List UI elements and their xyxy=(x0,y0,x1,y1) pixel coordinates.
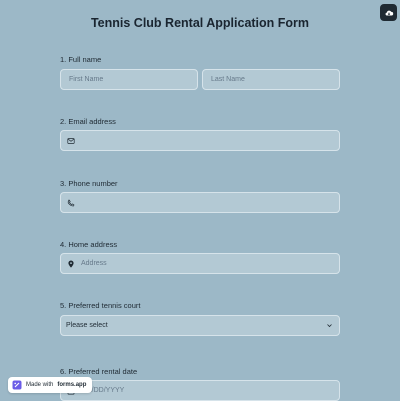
location-pin-icon xyxy=(67,260,75,268)
home-address-label: 4. Home address xyxy=(60,240,118,249)
rental-date-input[interactable]: MM/DD/YYYY xyxy=(60,380,340,401)
badge-prefix: Made with xyxy=(26,382,54,388)
phone-label: 3. Phone number xyxy=(60,179,118,188)
last-name-placeholder: Last Name xyxy=(211,76,245,83)
mail-icon xyxy=(67,137,75,145)
forms-app-logo-icon xyxy=(12,380,22,390)
last-name-input[interactable]: Last Name xyxy=(202,69,340,90)
chevron-down-icon xyxy=(326,322,333,329)
save-progress-button[interactable] xyxy=(380,4,397,21)
address-input[interactable]: Address xyxy=(60,253,340,274)
form-title: Tennis Club Rental Application Form xyxy=(90,16,310,30)
court-select[interactable]: Please select xyxy=(60,315,340,336)
address-placeholder: Address xyxy=(81,260,107,267)
cloud-save-icon xyxy=(384,8,394,18)
first-name-input[interactable]: First Name xyxy=(60,69,198,90)
court-select-value: Please select xyxy=(66,322,108,329)
full-name-label: 1. Full name xyxy=(60,55,102,64)
made-with-forms-app-badge[interactable]: Made with forms.app xyxy=(8,377,93,393)
badge-brand: forms.app xyxy=(57,382,87,388)
phone-icon xyxy=(67,198,75,207)
email-input[interactable] xyxy=(60,130,340,151)
phone-input[interactable] xyxy=(60,192,340,213)
first-name-placeholder: First Name xyxy=(69,76,104,83)
rental-date-label: 6. Preferred rental date xyxy=(60,367,138,376)
email-label: 2. Email address xyxy=(60,117,116,126)
preferred-court-label: 5. Preferred tennis court xyxy=(60,301,141,310)
